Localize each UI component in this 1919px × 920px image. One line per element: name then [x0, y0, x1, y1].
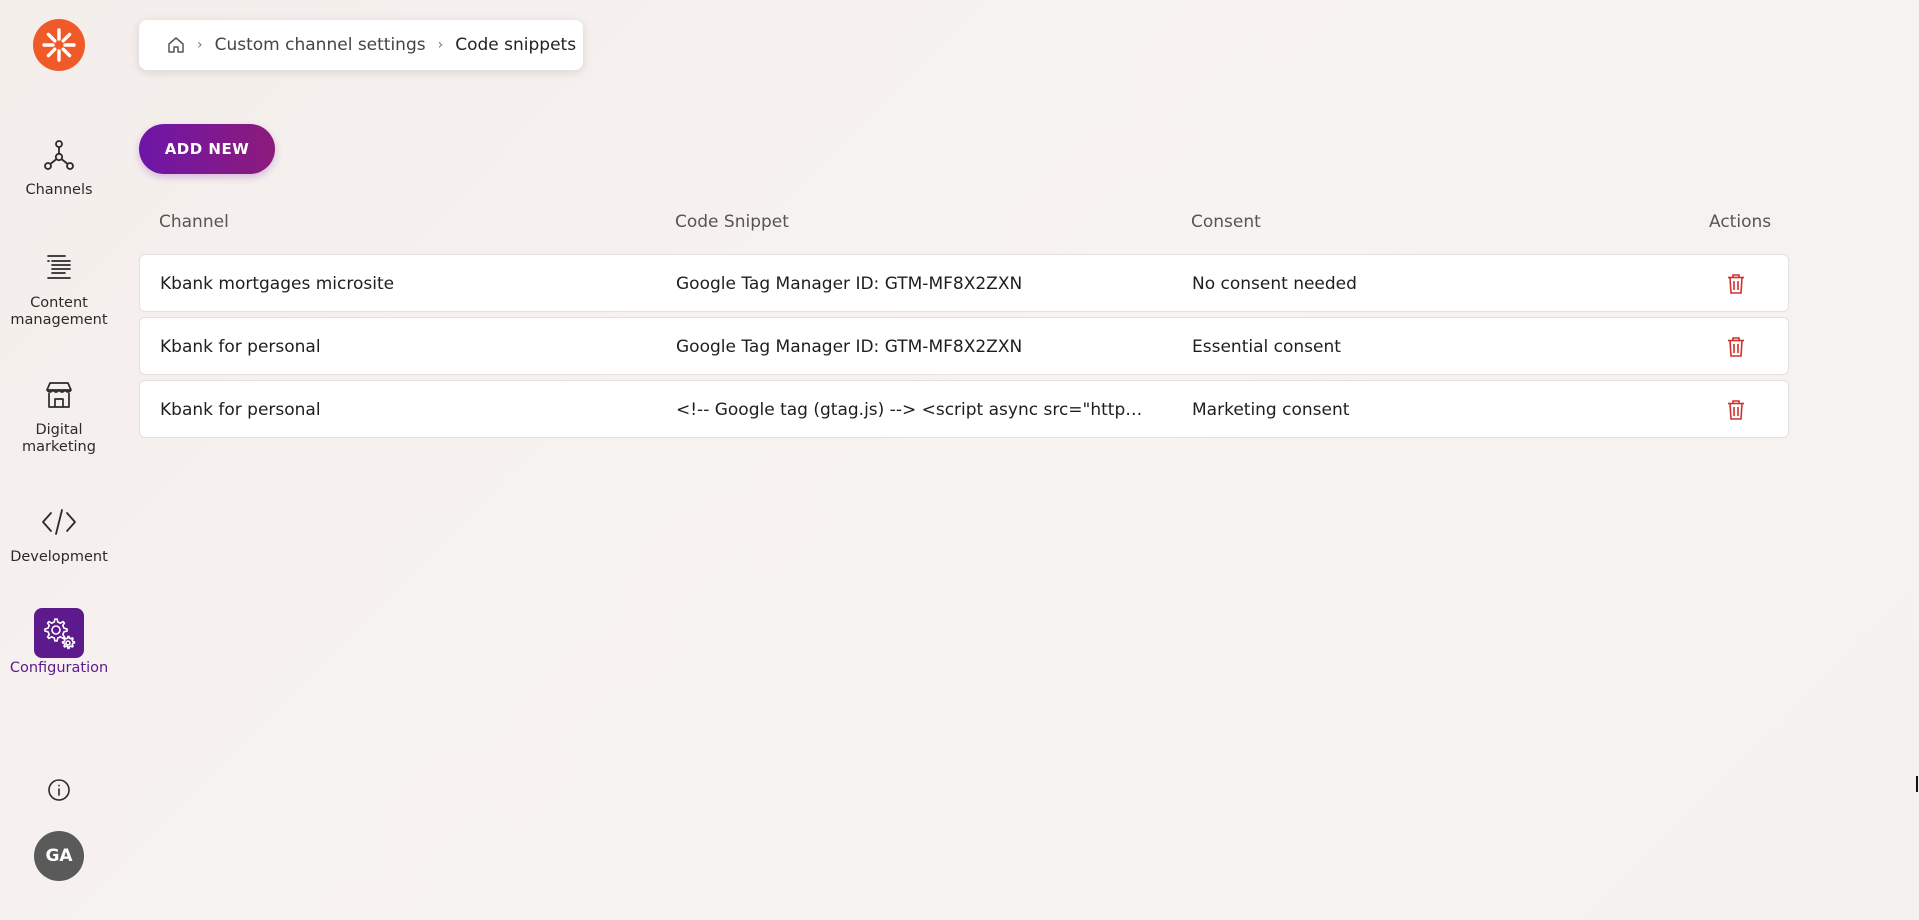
sidebar: Channels Content management Digital mark… [0, 0, 118, 920]
sidebar-item-label: Content management [10, 295, 108, 328]
sidebar-item-content-management[interactable]: Content management [0, 243, 118, 329]
home-icon[interactable] [167, 36, 185, 54]
trash-icon [1728, 274, 1744, 294]
delete-button[interactable] [1711, 255, 1761, 313]
cell-code-snippet: Google Tag Manager ID: GTM-MF8X2ZXN [676, 318, 1146, 376]
cell-code-snippet-text: <!-- Google tag (gtag.js) --> <script as… [676, 400, 1146, 420]
sidebar-item-digital-marketing[interactable]: Digital marketing [0, 370, 118, 456]
cell-consent: No consent needed [1192, 274, 1357, 294]
table-row[interactable]: Kbank for personal Google Tag Manager ID… [139, 317, 1789, 375]
sidebar-item-label: Configuration [9, 660, 109, 676]
cell-channel: Kbank for personal [160, 400, 321, 420]
cell-code-snippet-text: Google Tag Manager ID: GTM-MF8X2ZXN [676, 337, 1023, 357]
column-header-consent: Consent [1191, 212, 1261, 232]
trash-icon [1728, 400, 1744, 420]
cell-code-snippet: <!-- Google tag (gtag.js) --> <script as… [676, 381, 1146, 439]
sidebar-item-configuration[interactable]: Configuration [0, 608, 118, 677]
cell-consent: Marketing consent [1192, 400, 1350, 420]
cell-consent: Essential consent [1192, 337, 1341, 357]
column-header-actions: Actions [1709, 212, 1772, 232]
chevron-right-icon: › [437, 37, 444, 53]
cell-code-snippet: Google Tag Manager ID: GTM-MF8X2ZXN [676, 255, 1146, 313]
cell-code-snippet-text: Google Tag Manager ID: GTM-MF8X2ZXN [676, 274, 1023, 294]
delete-button[interactable] [1711, 318, 1761, 376]
breadcrumb-link-custom-channel-settings[interactable]: Custom channel settings [215, 35, 426, 55]
table-row[interactable]: Kbank for personal <!-- Google tag (gtag… [139, 380, 1789, 438]
sidebar-item-channels[interactable]: Channels [0, 130, 118, 199]
text-cursor [1916, 776, 1918, 792]
column-header-channel: Channel [159, 212, 229, 232]
table-header: Channel Code Snippet Consent Actions [139, 212, 1789, 236]
cell-channel: Kbank mortgages microsite [160, 274, 395, 294]
table-row[interactable]: Kbank mortgages microsite Google Tag Man… [139, 254, 1789, 312]
store-icon [34, 370, 84, 420]
sidebar-item-development[interactable]: Development [0, 497, 118, 566]
avatar[interactable]: GA [34, 831, 84, 881]
cell-channel: Kbank for personal [160, 337, 321, 357]
sidebar-item-label: Channels [25, 182, 93, 198]
trash-icon [1728, 337, 1744, 357]
info-icon[interactable] [44, 775, 74, 805]
add-new-button[interactable]: ADD NEW [139, 124, 275, 174]
sidebar-item-label: Digital marketing [22, 422, 96, 455]
chevron-right-icon: › [197, 37, 203, 53]
content-icon [34, 243, 84, 293]
column-header-code-snippet: Code Snippet [675, 212, 789, 232]
brand-logo-icon[interactable] [33, 19, 85, 71]
channels-icon [34, 130, 84, 180]
code-icon [34, 497, 84, 547]
sidebar-item-label: Development [10, 549, 108, 565]
delete-button[interactable] [1711, 381, 1761, 439]
gear-icon [34, 608, 84, 658]
breadcrumb: › Custom channel settings › Code snippet… [139, 20, 583, 70]
breadcrumb-current-page: Code snippets [455, 35, 577, 55]
